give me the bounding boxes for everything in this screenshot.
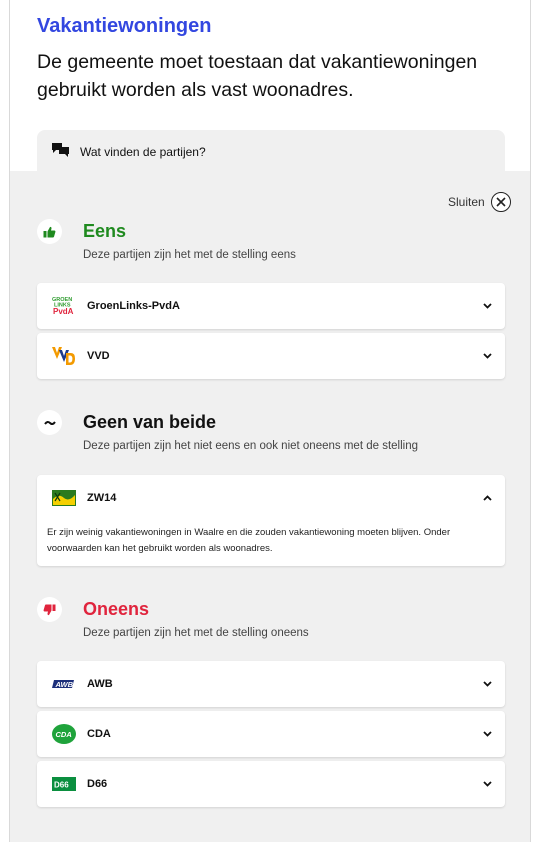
d66-logo-icon: D66 (51, 773, 77, 795)
awb-logo-icon: AWB (51, 673, 77, 695)
svg-text:AWB: AWB (55, 680, 74, 689)
tab-label: Wat vinden de partijen? (80, 145, 206, 159)
party-card-vvd[interactable]: VVD (37, 333, 505, 379)
statement-text: De gemeente moet toestaan dat vakantiewo… (37, 51, 478, 101)
party-name: CDA (87, 728, 111, 740)
close-label: Sluiten (448, 195, 485, 209)
group-title-neutral: Geen van beide (83, 412, 217, 432)
party-name: ZW14 (87, 492, 117, 504)
party-name: D66 (87, 778, 108, 790)
chevron-down-icon[interactable] (481, 728, 493, 740)
chevron-down-icon[interactable] (481, 300, 493, 312)
thumbs-up-icon (37, 219, 62, 244)
svg-text:PvdA: PvdA (53, 307, 74, 316)
group-title-disagree: Oneens (83, 599, 150, 619)
chevron-up-icon[interactable] (481, 492, 493, 504)
party-card-awb[interactable]: AWB AWB (37, 661, 505, 707)
chevron-down-icon[interactable] (481, 678, 493, 690)
party-explanation: Er zijn weinig vakantiewoningen in Waalr… (47, 527, 451, 554)
cda-logo-icon: CDA (51, 723, 77, 745)
group-title-agree: Eens (83, 221, 127, 241)
speech-bubbles-icon (51, 142, 70, 162)
thumbs-down-icon (37, 597, 62, 622)
party-card-zw14[interactable]: ZW14 Er zijn weinig vakantiewoningen in … (37, 475, 505, 566)
svg-text:D66: D66 (54, 781, 69, 790)
topic-title: Vakantiewoningen (37, 15, 212, 37)
group-subtitle-neutral: Deze partijen zijn het niet eens en ook … (83, 440, 418, 452)
vvd-logo-icon (51, 345, 77, 367)
party-card-groenlinks-pvda[interactable]: GROEN LINKS PvdA GroenLinks-PvdA (37, 283, 505, 329)
groenlinks-pvda-logo-icon: GROEN LINKS PvdA (51, 295, 77, 317)
chevron-down-icon[interactable] (481, 350, 493, 362)
group-subtitle-disagree: Deze partijen zijn het met de stelling o… (83, 627, 309, 639)
party-name: AWB (87, 678, 113, 690)
party-name: VVD (87, 350, 110, 362)
party-card-cda[interactable]: CDA CDA (37, 711, 505, 757)
tilde-icon (37, 410, 62, 435)
close-button[interactable]: Sluiten (448, 192, 511, 212)
group-subtitle-agree: Deze partijen zijn het met de stelling e… (83, 249, 296, 261)
close-icon[interactable] (490, 192, 511, 212)
party-card-d66[interactable]: D66 D66 (37, 761, 505, 807)
chevron-down-icon[interactable] (481, 778, 493, 790)
zw14-logo-icon (51, 487, 77, 509)
svg-text:CDA: CDA (56, 730, 72, 739)
party-name: GroenLinks-PvdA (87, 300, 180, 312)
parties-tab[interactable]: Wat vinden de partijen? (37, 130, 505, 174)
